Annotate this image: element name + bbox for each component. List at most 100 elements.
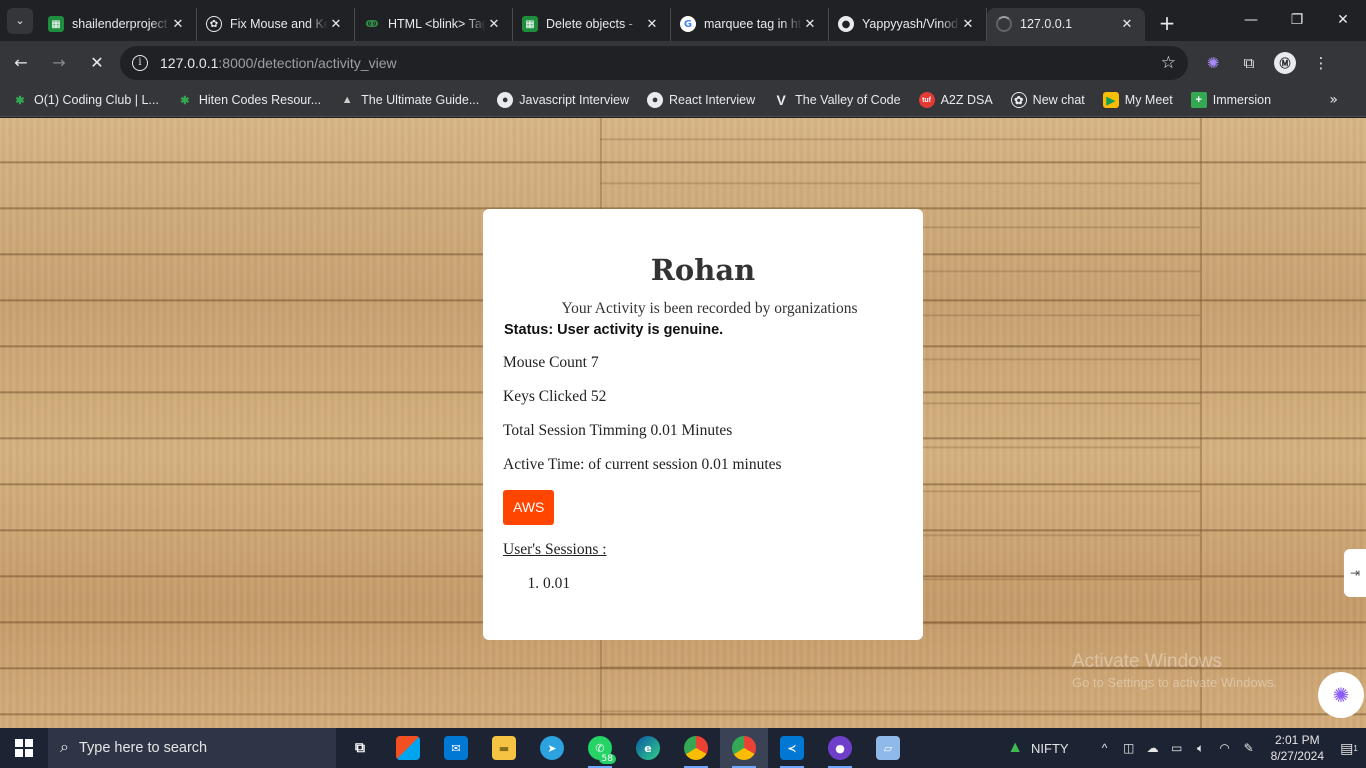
tabs: ▦ shailenderproject ✕ ✿ Fix Mouse and Ke… [39, 0, 1145, 41]
address-bar[interactable]: i 127.0.0.1:8000/detection/activity_view… [120, 45, 1188, 80]
tab-1[interactable]: ✿ Fix Mouse and Keys ✕ [197, 7, 355, 41]
close-icon[interactable]: ✕ [644, 17, 660, 32]
bookmark-item[interactable]: ✿ New chat [1010, 92, 1085, 108]
taskbar-search[interactable]: ⌕ Type here to search [48, 728, 336, 768]
sessions-list: 0.01 [503, 575, 903, 593]
bookmark-label: New chat [1032, 93, 1085, 107]
time: 2:01 PM [1274, 733, 1320, 747]
extensions-puzzle-icon[interactable]: ⧉ [1238, 52, 1260, 74]
ticker-label: NIFTY [1031, 740, 1069, 756]
telegram-app[interactable]: ➤ [528, 728, 576, 768]
onedrive-icon[interactable]: ☁ [1141, 741, 1165, 755]
github-desktop-app[interactable]: ● [816, 728, 864, 768]
pen-icon[interactable]: ✎ [1237, 741, 1261, 755]
stop-loading-button[interactable]: ✕ [80, 46, 114, 80]
bookmark-item[interactable]: ✱ O(1) Coding Club | L... [12, 92, 159, 108]
chevron-up-icon[interactable]: ^ [1093, 741, 1117, 755]
tab-0[interactable]: ▦ shailenderproject ✕ [39, 7, 197, 41]
aws-button[interactable]: AWS [503, 490, 555, 525]
close-icon[interactable]: ✕ [960, 17, 976, 32]
chrome-app[interactable] [672, 728, 720, 768]
list-item: 0.01 [543, 575, 903, 593]
system-tray: ▲ NIFTY ^ ◫ ☁ ▭ 🔈︎ ◠ ✎ 2:01 PM 8/27/2024 … [1007, 728, 1366, 768]
minimize-button[interactable]: — [1228, 0, 1274, 40]
close-icon[interactable]: ✕ [1119, 17, 1135, 32]
tab-6-active[interactable]: 127.0.0.1 ✕ [987, 7, 1145, 41]
stop-icon: ✕ [90, 53, 104, 72]
chrome-profile-app[interactable] [720, 728, 768, 768]
speaker-icon[interactable]: 🔈︎ [1189, 741, 1213, 756]
bookmark-item[interactable]: + Immersion [1190, 92, 1271, 108]
start-button[interactable] [0, 728, 48, 768]
close-icon[interactable]: ✕ [486, 17, 502, 32]
bookmark-item[interactable]: V The Valley of Code [773, 92, 901, 108]
arrow-left-icon: ← [14, 53, 28, 72]
back-button[interactable]: ← [4, 46, 38, 80]
vscode-app[interactable]: ≺ [768, 728, 816, 768]
battery-icon[interactable]: ▭ [1165, 741, 1189, 755]
tab-2[interactable]: ↂ HTML <blink> Tag ✕ [355, 7, 513, 41]
bookmark-item[interactable]: ▲ The Ultimate Guide... [339, 92, 480, 108]
tab-5[interactable]: ● Yappyyash/Vinod ✕ [829, 7, 987, 41]
more-menu-icon[interactable]: ⋮ [1310, 52, 1332, 74]
folder-icon: ▬ [492, 736, 516, 760]
telegram-icon: ➤ [540, 736, 564, 760]
plus-icon: + [1158, 10, 1176, 35]
meet-now-icon[interactable]: ◫ [1117, 741, 1141, 755]
close-icon[interactable]: ✕ [802, 17, 818, 32]
chrome-icon [732, 736, 756, 760]
bookmark-label: My Meet [1124, 93, 1173, 107]
task-view-button[interactable]: ⧉ [336, 728, 384, 768]
bookmark-label: The Valley of Code [795, 93, 901, 107]
tuf-icon: tuf [918, 92, 935, 108]
tab-4[interactable]: G marquee tag in html ✕ [671, 7, 829, 41]
forward-button[interactable]: → [42, 46, 76, 80]
bookmark-label: The Ultimate Guide... [361, 93, 480, 107]
plus-icon: + [1190, 92, 1207, 108]
wifi-icon[interactable]: ◠ [1213, 741, 1237, 755]
store-icon [396, 736, 420, 760]
site-info-icon[interactable]: i [132, 54, 148, 71]
close-icon[interactable]: ✕ [328, 17, 344, 32]
tab-title: Fix Mouse and Keys [230, 17, 328, 31]
v-icon: V [776, 92, 786, 108]
clock[interactable]: 2:01 PM 8/27/2024 [1271, 732, 1324, 764]
bookmark-star-icon[interactable]: ☆ [1161, 53, 1176, 73]
extension-brain-icon[interactable]: ✺ [1202, 52, 1224, 74]
bookmark-item[interactable]: ● Javascript Interview [497, 92, 629, 108]
mountain-icon: ▲ [341, 94, 353, 106]
watermark-title: Activate Windows [1072, 651, 1222, 672]
profile-avatar[interactable]: Ⓜ [1274, 51, 1296, 74]
trend-up-icon: ▲ [1007, 739, 1024, 756]
arrow-right-icon: → [52, 53, 66, 72]
close-icon[interactable]: ✕ [170, 17, 186, 32]
window-close-button[interactable]: ✕ [1320, 0, 1366, 40]
whatsapp-app[interactable]: ✆ 58 [576, 728, 624, 768]
restore-button[interactable]: ❐ [1274, 0, 1320, 40]
file-explorer-app[interactable]: ▬ [480, 728, 528, 768]
asterisk-icon: ✱ [180, 94, 190, 107]
bookmark-item[interactable]: tuf A2Z DSA [918, 92, 993, 108]
more-bookmarks-chevron-icon[interactable]: » [1329, 92, 1338, 108]
side-panel-handle[interactable]: ⇥ [1344, 549, 1366, 597]
activity-subtitle: Your Activity is been recorded by organi… [561, 300, 858, 317]
bookmark-item[interactable]: ● React Interview [647, 92, 755, 108]
bookmark-item[interactable]: ✱ Hiten Codes Resour... [177, 92, 321, 108]
tab-title: 127.0.0.1 [1020, 17, 1073, 31]
bookmark-label: O(1) Coding Club | L... [34, 93, 159, 107]
notepad-app[interactable]: ▱ [864, 728, 912, 768]
mail-app[interactable]: ✉ [432, 728, 480, 768]
search-icon: ⌕ [60, 739, 69, 756]
new-tab-button[interactable]: + [1153, 9, 1181, 37]
mail-icon: ✉ [444, 736, 468, 760]
bookmark-item[interactable]: ▶ My Meet [1102, 92, 1173, 108]
tab-search-button[interactable]: ⌄ [7, 7, 33, 34]
notification-center-button[interactable]: ▤ 1 [1332, 740, 1366, 757]
total-session-time: Total Session Timming 0.01 Minutes [503, 422, 733, 439]
tab-3[interactable]: ▦ Delete objects - ✕ [513, 7, 671, 41]
edge-app[interactable]: e [624, 728, 672, 768]
active-time: Active Time: of current session 0.01 min… [503, 456, 782, 473]
brain-assistant-icon[interactable]: ✺ [1318, 672, 1364, 718]
stock-widget[interactable]: ▲ NIFTY [1007, 739, 1068, 757]
microsoft-store-app[interactable] [384, 728, 432, 768]
